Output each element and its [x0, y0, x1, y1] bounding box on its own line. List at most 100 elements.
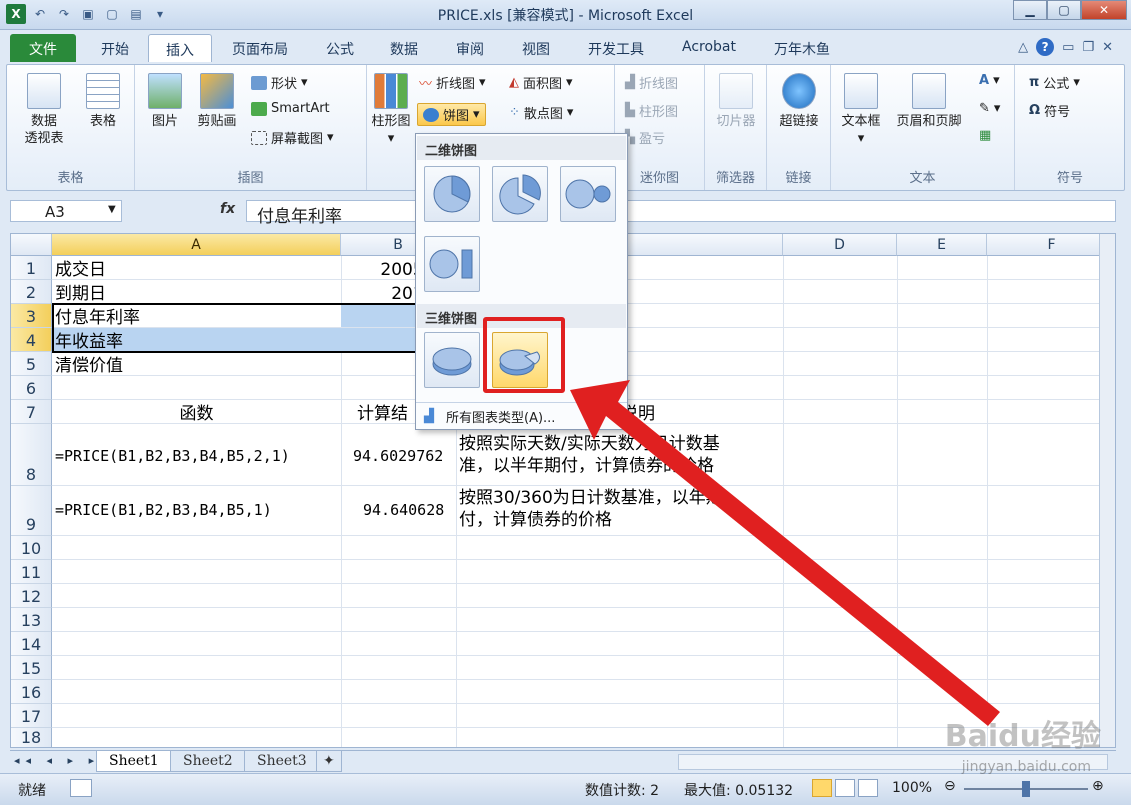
tab-view[interactable]: 视图	[514, 34, 558, 62]
equation-button[interactable]: π 公式 ▾	[1029, 73, 1080, 92]
textbox-button[interactable]: 文本框 ▾	[835, 73, 887, 147]
row-header-6[interactable]: 6	[11, 376, 52, 400]
omega-icon: Ω	[1029, 103, 1041, 118]
tab-insert[interactable]: 插入	[148, 34, 212, 62]
zoom-out-icon[interactable]: ⊖	[944, 778, 956, 794]
row-header-15[interactable]: 15	[11, 656, 52, 680]
sheet-tab-3[interactable]: Sheet3	[244, 751, 320, 772]
cell-a7[interactable]: 函数	[52, 404, 341, 424]
close-workbook-icon[interactable]: ✕	[1102, 40, 1113, 55]
column-header-d[interactable]: D	[783, 234, 897, 256]
column-header-e[interactable]: E	[897, 234, 987, 256]
shapes-button[interactable]: 形状 ▾	[251, 73, 308, 92]
column-chart-button[interactable]: 柱形图 ▾	[369, 73, 413, 147]
row-header-5[interactable]: 5	[11, 352, 52, 376]
close-button[interactable]: ✕	[1081, 0, 1127, 20]
restore-workbook-icon[interactable]: ❐	[1082, 40, 1094, 55]
zoom-slider-thumb[interactable]	[1022, 781, 1030, 797]
cell-a5[interactable]: 清偿价值	[55, 356, 123, 376]
sparkline-winloss-button[interactable]: ▚ 盈亏	[625, 128, 665, 147]
name-box-dropdown-icon[interactable]: ▼	[108, 204, 116, 215]
scatter-chart-button[interactable]: ⁘ 散点图 ▾	[509, 103, 573, 122]
pie-2d-option[interactable]	[424, 166, 480, 222]
page-break-view-icon[interactable]	[858, 779, 878, 797]
formula-input[interactable]: 付息年利率	[246, 200, 1116, 227]
tab-developer[interactable]: 开发工具	[578, 34, 654, 62]
table-button[interactable]: 表格	[79, 73, 127, 130]
tab-acrobat[interactable]: Acrobat	[674, 34, 744, 62]
maximize-button[interactable]: ▢	[1047, 0, 1081, 20]
pivot-table-button[interactable]: 数据 透视表	[13, 73, 75, 147]
collapse-ribbon-icon[interactable]: △	[1018, 40, 1028, 55]
zoom-level[interactable]: 100%	[892, 780, 932, 796]
tab-review[interactable]: 审阅	[448, 34, 492, 62]
row-header-11[interactable]: 11	[11, 560, 52, 584]
row-header-4[interactable]: 4	[11, 328, 52, 352]
pie-3d-option[interactable]	[424, 332, 480, 388]
sparkline-line-button[interactable]: ▟ 折线图	[625, 73, 678, 92]
signature-button[interactable]: ✎ ▾	[979, 101, 1000, 116]
row-header-12[interactable]: 12	[11, 584, 52, 608]
shapes-icon	[251, 75, 267, 90]
minimize-button[interactable]: ▁	[1013, 0, 1047, 20]
tab-file[interactable]: 文件	[10, 34, 76, 62]
cell-b7[interactable]: 计算结	[357, 404, 408, 424]
row-header-7[interactable]: 7	[11, 400, 52, 424]
pie-of-pie-option[interactable]	[560, 166, 616, 222]
pie-chart-button[interactable]: 饼图 ▾	[417, 103, 486, 126]
slicer-button[interactable]: 切片器	[709, 73, 763, 130]
minimize-workbook-icon[interactable]: ▭	[1062, 40, 1074, 55]
macro-record-icon[interactable]	[70, 779, 92, 797]
column-header-a[interactable]: A	[52, 234, 341, 256]
row-header-14[interactable]: 14	[11, 632, 52, 656]
group-filter: 切片器 筛选器	[705, 65, 767, 190]
symbol-button[interactable]: Ω 符号	[1029, 101, 1070, 120]
clipart-button[interactable]: 剪贴画	[191, 73, 243, 130]
sheet-tab-2[interactable]: Sheet2	[170, 751, 246, 772]
object-button[interactable]: ▦	[979, 128, 991, 143]
screenshot-button[interactable]: 屏幕截图 ▾	[251, 128, 334, 147]
name-box[interactable]: A3	[10, 200, 122, 222]
cell-a8[interactable]: =PRICE(B1,B2,B3,B4,B5,2,1)	[55, 446, 290, 466]
wordart-button[interactable]: A ▾	[979, 73, 1000, 88]
normal-view-icon[interactable]	[812, 779, 832, 797]
row-header-10[interactable]: 10	[11, 536, 52, 560]
smartart-button[interactable]: SmartArt	[251, 101, 330, 116]
tab-data[interactable]: 数据	[382, 34, 426, 62]
area-chart-button[interactable]: ◭ 面积图 ▾	[509, 73, 573, 92]
row-header-16[interactable]: 16	[11, 680, 52, 704]
vertical-scrollbar[interactable]	[1099, 234, 1115, 747]
zoom-in-icon[interactable]: ⊕	[1092, 778, 1104, 794]
insert-function-icon[interactable]: fx	[220, 201, 235, 217]
cell-a1[interactable]: 成交日	[55, 260, 106, 280]
select-all-corner[interactable]	[11, 234, 52, 256]
cell-a9[interactable]: =PRICE(B1,B2,B3,B4,B5,1)	[55, 500, 272, 520]
row-header-18[interactable]: 18	[11, 728, 52, 747]
exploded-pie-2d-option[interactable]	[492, 166, 548, 222]
tab-page-layout[interactable]: 页面布局	[222, 34, 298, 62]
bar-of-pie-option[interactable]	[424, 236, 480, 292]
row-header-9[interactable]: 9	[11, 486, 52, 536]
row-header-1[interactable]: 1	[11, 256, 52, 280]
page-layout-view-icon[interactable]	[835, 779, 855, 797]
hyperlink-button[interactable]: 超链接	[771, 73, 827, 130]
sheet-tab-1[interactable]: Sheet1	[96, 751, 172, 772]
row-header-13[interactable]: 13	[11, 608, 52, 632]
row-header-8[interactable]: 8	[11, 424, 52, 486]
cell-b8[interactable]: 94.6029762	[353, 446, 443, 466]
row-header-2[interactable]: 2	[11, 280, 52, 304]
help-icon[interactable]: ?	[1036, 38, 1055, 56]
tab-home[interactable]: 开始	[90, 34, 140, 62]
tab-formulas[interactable]: 公式	[318, 34, 362, 62]
insert-sheet-icon[interactable]: ✦	[316, 751, 342, 772]
tab-custom[interactable]: 万年木鱼	[764, 34, 840, 62]
row-header-3[interactable]: 3	[11, 304, 52, 328]
line-chart-button[interactable]: 〰折线图 ▾	[419, 73, 486, 92]
cell-a2[interactable]: 到期日	[55, 284, 106, 304]
row-header-17[interactable]: 17	[11, 704, 52, 728]
picture-button[interactable]: 图片	[143, 73, 187, 130]
header-footer-button[interactable]: 页眉和页脚	[889, 73, 969, 130]
sparkline-column-button[interactable]: ▙ 柱形图	[625, 101, 678, 120]
column-header-f[interactable]: F	[987, 234, 1115, 256]
cell-b9[interactable]: 94.640628	[363, 500, 444, 520]
